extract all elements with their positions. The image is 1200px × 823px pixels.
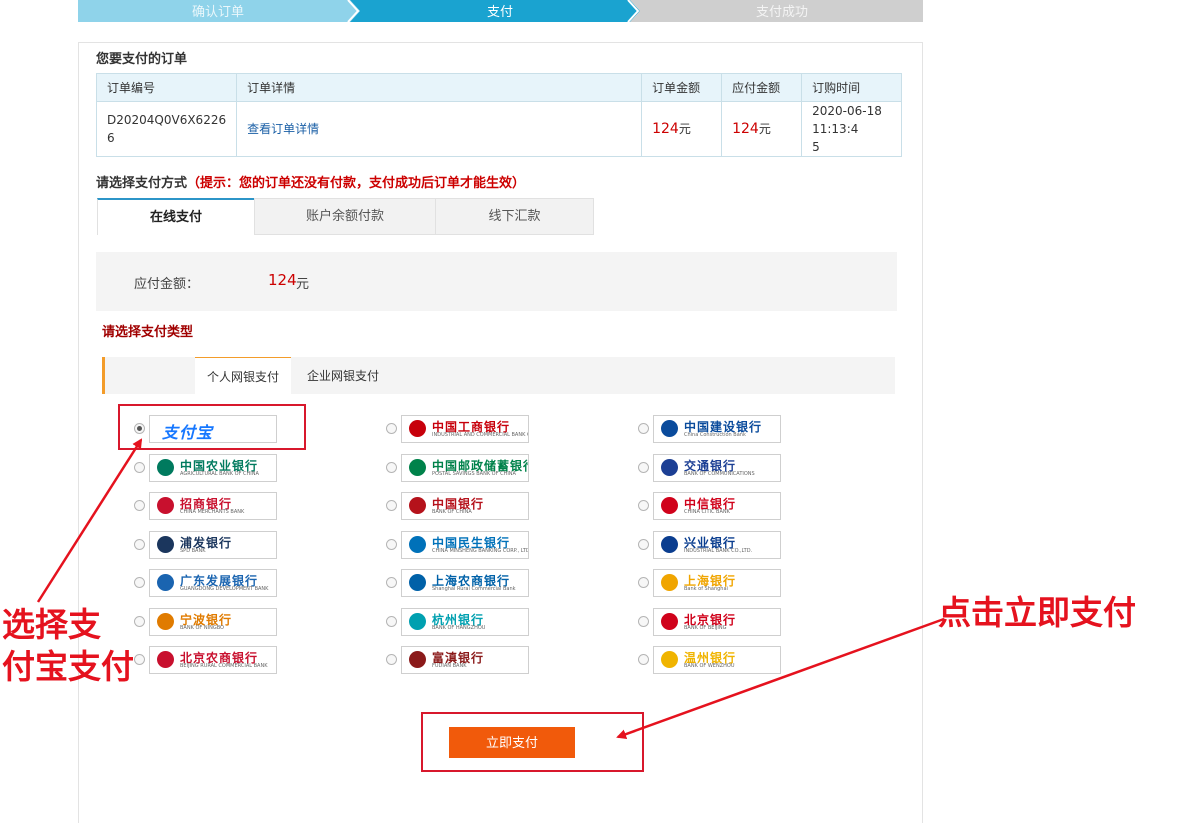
- arrow-to-alipay: [36, 438, 143, 603]
- annotation-arrows: [36, 438, 945, 739]
- annotation-click-pay: 点击立即支付: [938, 593, 1136, 632]
- arrow-to-pay-button: [616, 617, 945, 739]
- annotation-select-alipay-line1: 选择支: [2, 605, 101, 644]
- annotation-select-alipay-line2: 付宝支付: [2, 647, 134, 686]
- annotation-select-alipay: 选择支 付宝支付: [2, 604, 134, 688]
